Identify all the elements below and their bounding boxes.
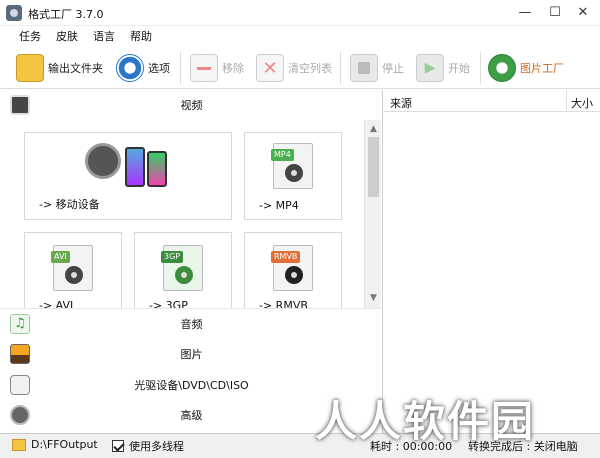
menu-language[interactable]: 语言 [93,28,115,44]
checkbox-checked-icon[interactable] [112,440,124,452]
picture-factory-icon [488,54,516,82]
watermark: 人人软件园 [315,397,536,446]
phone-icon [147,151,167,187]
options-label: 选项 [148,62,170,75]
category-image[interactable]: 图片 [0,339,383,369]
format-card-label: -> 移动设备 [39,198,100,211]
remove-icon [190,54,218,82]
toolbar-separator [340,52,341,84]
category-video-label: 视频 [180,99,203,112]
column-size[interactable]: 大小 [571,95,593,111]
multithread-label: 使用多线程 [129,440,184,453]
format-card-label: -> RMVB [259,299,308,308]
rmvb-file-icon: RMVB [271,245,313,291]
start-icon: ▶ [416,54,444,82]
app-icon [6,5,22,21]
film-reel-icon [10,405,30,425]
format-card-label: -> MP4 [259,199,299,212]
format-card-3gp[interactable]: 3GP -> 3GP [134,232,232,308]
format-card-avi[interactable]: AVI -> AVI [24,232,122,308]
3gp-tag: 3GP [161,251,184,263]
phone-icon [125,147,145,187]
folder-icon [12,438,26,451]
mp4-tag: MP4 [271,149,294,161]
close-button[interactable]: ✕ [568,0,598,26]
remove-button[interactable]: 移除 [190,52,244,84]
start-label: 开始 [448,62,470,75]
scroll-down-icon[interactable]: ▼ [365,291,382,306]
film-icon [10,95,30,115]
options-button[interactable]: 选项 [116,52,170,84]
category-audio[interactable]: ♫ 音频 [0,308,383,338]
picture-factory-label: 图片工厂 [520,62,564,75]
stop-label: 停止 [382,62,404,75]
window-title: 格式工厂 3.7.0 [28,8,104,21]
rmvb-tag: RMVB [271,251,301,263]
start-button[interactable]: ▶ 开始 [416,52,470,84]
toolbar-separator [180,52,181,84]
vertical-scrollbar[interactable]: ▲ ▼ [364,120,381,308]
scroll-thumb[interactable] [368,137,379,197]
minimize-button[interactable]: — [510,0,540,26]
clear-list-label: 清空列表 [288,62,332,75]
video-format-grid: -> 移动设备 MP4 -> MP4 AVI -> AVI 3GP -> 3GP… [6,120,361,308]
picture-factory-button[interactable]: 图片工厂 [488,52,564,84]
column-divider[interactable] [566,90,567,112]
category-audio-label: 音频 [180,317,203,331]
format-card-label: -> 3GP [149,299,188,308]
task-list-header [384,90,600,112]
clear-list-button[interactable]: ✕ 清空列表 [256,52,332,84]
options-icon [116,54,144,82]
menu-help[interactable]: 帮助 [130,28,152,44]
output-path-label: D:\FFOutput [31,438,98,451]
menu-skin[interactable]: 皮肤 [56,28,78,44]
disc-drive-icon [10,375,30,395]
folder-icon [16,54,44,82]
mp4-file-icon: MP4 [271,143,313,189]
clear-icon: ✕ [256,54,284,82]
toolbar-separator [480,52,481,84]
task-list[interactable] [384,90,600,433]
menu-task[interactable]: 任务 [19,28,41,44]
format-card-label: -> AVI [39,299,74,308]
scroll-up-icon[interactable]: ▲ [365,122,382,137]
multithread-checkbox[interactable]: 使用多线程 [112,438,184,454]
output-path[interactable]: D:\FFOutput [12,438,98,451]
format-card-rmvb[interactable]: RMVB -> RMVB [244,232,342,308]
output-folder-label: 输出文件夹 [48,62,103,75]
avi-tag: AVI [51,251,70,263]
category-video[interactable]: 视频 [0,90,383,120]
stop-icon [350,54,378,82]
avi-file-icon: AVI [51,245,93,291]
stop-button[interactable]: 停止 [350,52,404,84]
picture-icon [10,344,30,364]
category-advanced-label: 高级 [180,409,203,422]
remove-label: 移除 [222,62,244,75]
category-image-label: 图片 [180,348,203,361]
column-source[interactable]: 来源 [390,95,412,111]
music-note-icon: ♫ [10,313,30,334]
menu-bar [0,26,600,46]
film-reel-icon [85,143,121,179]
category-optical-label: 光驱设备\DVD\CD\ISO [134,379,249,392]
maximize-button[interactable]: ☐ [540,0,570,26]
format-card-mp4[interactable]: MP4 -> MP4 [244,132,342,220]
3gp-file-icon: 3GP [161,245,203,291]
output-folder-button[interactable]: 输出文件夹 [16,52,103,84]
format-card-mobile[interactable]: -> 移动设备 [24,132,232,220]
